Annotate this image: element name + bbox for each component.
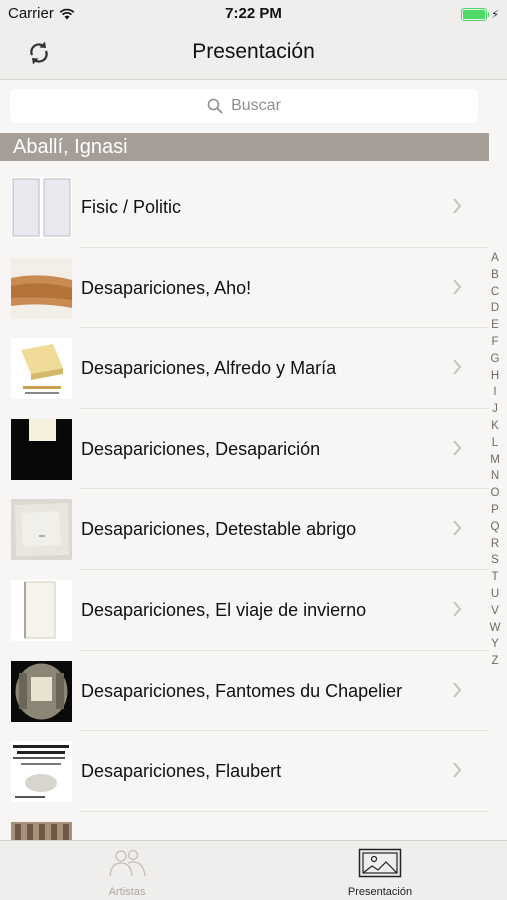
list-item-label: Desapariciones, El viaje de invierno (81, 599, 367, 620)
list-item[interactable]: Desapariciones, Fantomes du Chapelier (0, 651, 489, 732)
artwork-thumbnail (11, 338, 72, 400)
index-letter[interactable]: O (491, 485, 500, 502)
list-item-label: Desapariciones, Desaparición (81, 438, 321, 459)
index-letter[interactable]: F (491, 334, 498, 351)
chevron-right-icon (453, 762, 462, 778)
list-item-label: Desapariciones, Aho! (81, 277, 252, 298)
list-item[interactable]: Desapariciones, Detestable abrigo (0, 489, 489, 570)
artwork-thumbnail (11, 177, 72, 238)
chevron-right-icon (453, 681, 462, 698)
page-title: Presentación (192, 40, 315, 63)
people-icon (109, 849, 146, 877)
index-letter[interactable]: K (491, 418, 499, 435)
picture-icon (358, 848, 402, 878)
chevron-right-icon (453, 601, 462, 617)
index-letter[interactable]: N (491, 468, 499, 485)
index-letter[interactable]: M (490, 452, 500, 469)
artwork-thumbnail (11, 257, 72, 319)
index-letter[interactable]: L (492, 435, 498, 452)
list-item[interactable]: Desapariciones, Desaparición (0, 409, 489, 490)
chevron-right-icon (453, 198, 462, 214)
index-letter[interactable]: H (491, 368, 499, 385)
index-letter[interactable]: I (493, 384, 496, 401)
artwork-thumbnail (11, 741, 72, 803)
chevron-right-icon (453, 520, 462, 537)
index-letter[interactable]: W (490, 620, 501, 637)
status-time: 7:22 PM (225, 5, 282, 22)
search-input[interactable]: Buscar (10, 89, 478, 123)
list-item-label: Desapariciones, Alfredo y María (81, 358, 337, 379)
chevron-right-icon (453, 278, 462, 295)
index-letter[interactable]: S (491, 552, 499, 569)
index-letter[interactable]: Z (491, 653, 498, 670)
list-item-label: Desapariciones, Detestable abrigo (81, 519, 357, 540)
index-letter[interactable]: V (491, 603, 499, 620)
chevron-right-icon (453, 440, 462, 456)
tab-label: Presentación (347, 886, 413, 898)
battery-icon: ⚡ (461, 7, 499, 21)
list-item[interactable]: Desapariciones, Flaubert (0, 731, 489, 812)
index-letter[interactable]: J (492, 401, 498, 418)
alphabet-index[interactable]: ABCDEFGHIJKLMNOPQRSTUVWYZ (488, 250, 502, 670)
list-item-label: Fisic / Politic (81, 197, 182, 217)
index-letter[interactable]: U (491, 586, 499, 603)
tab-label: Artistas (108, 886, 146, 898)
index-letter[interactable]: A (491, 250, 499, 267)
artwork-thumbnail (11, 418, 72, 480)
artwork-thumbnail (11, 499, 72, 561)
list-item-label: Desapariciones, Flaubert (81, 761, 282, 782)
index-letter[interactable]: C (491, 284, 499, 301)
list-item[interactable]: Desapariciones, Aho! (0, 248, 489, 329)
tab-presentacion[interactable]: Presentación (253, 841, 507, 900)
artwork-list: Fisic / Politic Desapariciones, Aho! Des… (0, 167, 489, 892)
search-icon (207, 98, 223, 114)
index-letter[interactable]: T (491, 569, 498, 586)
index-letter[interactable]: B (491, 267, 499, 284)
index-letter[interactable]: E (491, 317, 499, 334)
chevron-right-icon (453, 359, 462, 375)
tab-bar: Artistas Presentación (0, 840, 507, 900)
tab-artistas[interactable]: Artistas (0, 841, 254, 900)
search-area: Buscar (0, 80, 507, 132)
artwork-thumbnail (11, 660, 72, 722)
status-bar: Carrier 7:22 PM ⚡ (0, 0, 507, 28)
artwork-thumbnail (11, 579, 72, 641)
search-placeholder: Buscar (231, 97, 281, 114)
index-letter[interactable]: Q (491, 519, 500, 536)
index-letter[interactable]: Y (491, 636, 499, 653)
section-header: Aballí, Ignasi (0, 133, 489, 161)
list-item-label: Desapariciones, Fantomes du Chapelier (81, 680, 403, 701)
charging-icon: ⚡ (491, 8, 499, 21)
index-letter[interactable]: P (491, 502, 499, 519)
index-letter[interactable]: R (491, 536, 499, 553)
nav-bar: Presentación (0, 28, 507, 80)
list-item[interactable]: Desapariciones, Alfredo y María (0, 328, 489, 409)
list-item[interactable]: Fisic / Politic (0, 167, 489, 248)
list-item[interactable]: Desapariciones, El viaje de invierno (0, 570, 489, 651)
index-letter[interactable]: G (491, 351, 500, 368)
index-letter[interactable]: D (491, 300, 499, 317)
